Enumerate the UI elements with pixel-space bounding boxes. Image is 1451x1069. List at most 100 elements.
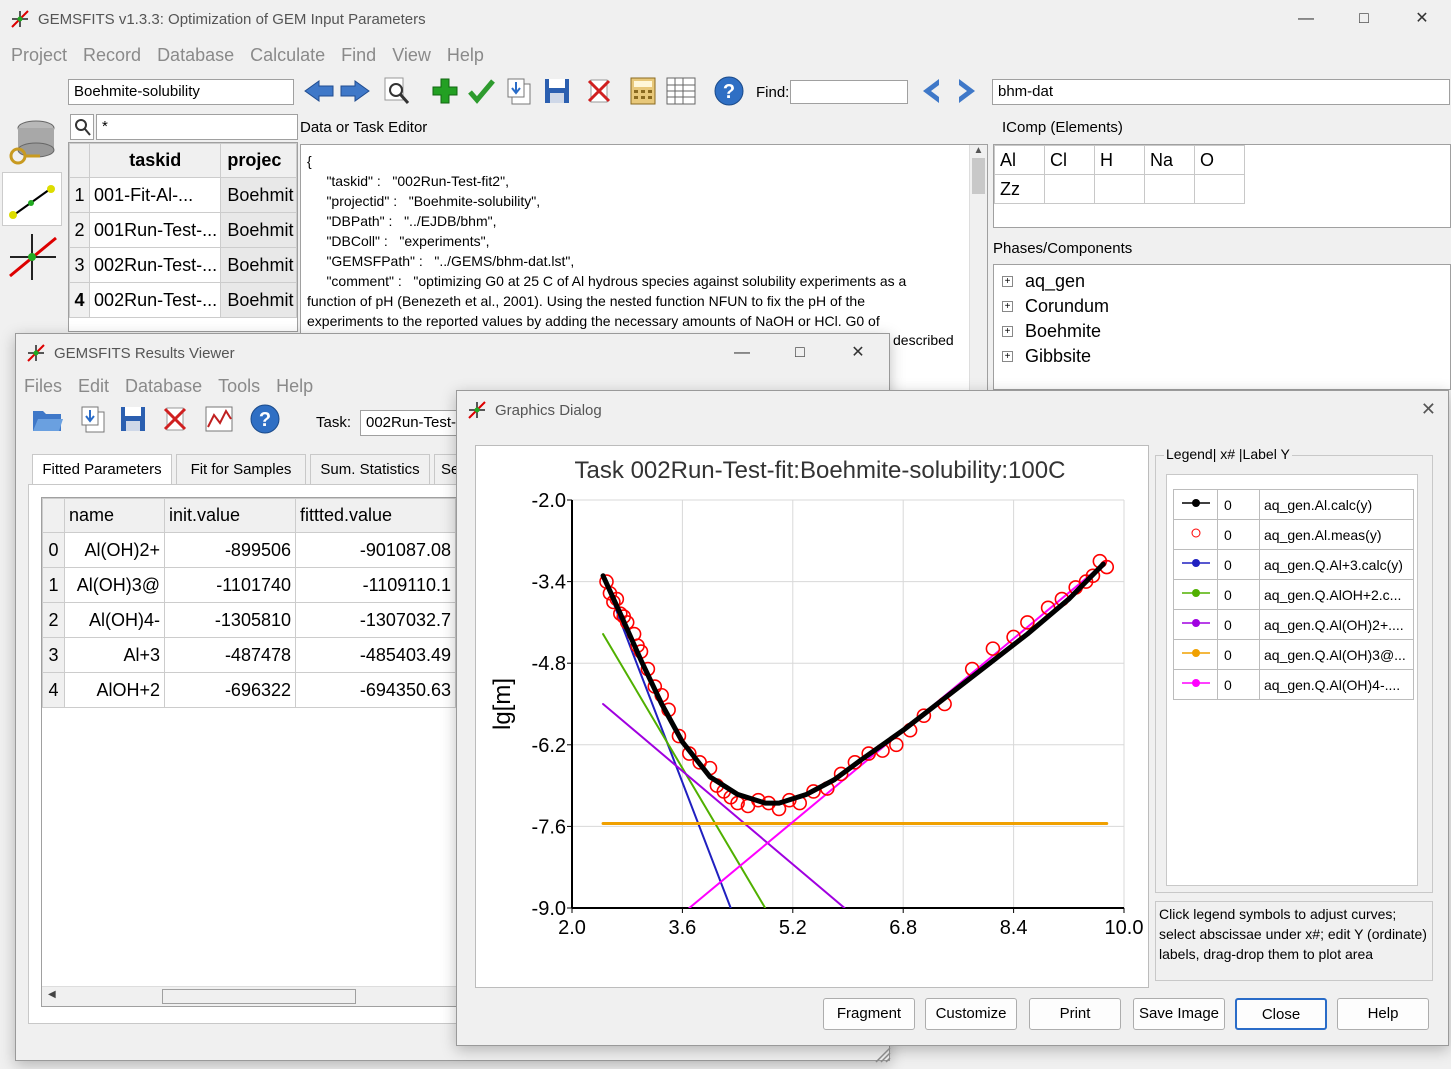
cell-name[interactable]: Al(OH)4-: [64, 602, 165, 638]
legend-label[interactable]: aq_gen.Al.calc(y): [1259, 489, 1414, 520]
task-input[interactable]: 002Run-Test-f: [360, 410, 460, 436]
cell-fitted-value[interactable]: -901087.08: [295, 532, 456, 568]
cell-project[interactable]: Boehmit: [220, 282, 297, 318]
phase-item[interactable]: + Gibbsite: [1002, 344, 1442, 369]
phase-item[interactable]: + Boehmite: [1002, 319, 1442, 344]
legend-symbol[interactable]: [1173, 639, 1218, 670]
legend-x-index[interactable]: 0: [1217, 519, 1260, 550]
icomp-cell[interactable]: [1144, 174, 1195, 204]
open-button[interactable]: [30, 402, 64, 436]
help-button[interactable]: Help: [1337, 998, 1429, 1030]
menu-calculate[interactable]: Calculate: [242, 40, 333, 70]
menu-project[interactable]: Project: [3, 40, 75, 70]
cell-name[interactable]: AlOH+2: [64, 672, 165, 708]
cell-init-value[interactable]: -696322: [164, 672, 296, 708]
cell-init-value[interactable]: -1305810: [164, 602, 296, 638]
legend-symbol[interactable]: [1173, 669, 1218, 700]
cell-init-value[interactable]: -899506: [164, 532, 296, 568]
plot-area[interactable]: 2.0 3.6 5.2 6.8 8.4 10.0 -2.0 -3.4 -4.8 -6.2 -7.6 -…: [475, 445, 1149, 988]
help-button[interactable]: ?: [712, 74, 746, 108]
legend-label[interactable]: aq_gen.Al.meas(y): [1259, 519, 1414, 550]
col-header-project[interactable]: projec: [220, 143, 297, 178]
table-row[interactable]: 3 Al+3 -487478 -485403.49: [42, 637, 456, 673]
icomp-cell[interactable]: H: [1094, 145, 1145, 175]
expand-plus-icon[interactable]: +: [1002, 326, 1013, 337]
menu-edit[interactable]: Edit: [70, 371, 117, 401]
expand-plus-icon[interactable]: +: [1002, 301, 1013, 312]
legend-row[interactable]: 0 aq_gen.Q.Al(OH)2+....: [1173, 609, 1414, 640]
table-row[interactable]: 1 001-Fit-Al-... Boehmit: [69, 177, 297, 213]
menu-find[interactable]: Find: [333, 40, 384, 70]
col-header-taskid[interactable]: taskid: [89, 143, 222, 178]
import-button[interactable]: [502, 74, 536, 108]
tab-2[interactable]: Sum. Statistics: [310, 454, 430, 484]
legend-x-index[interactable]: 0: [1217, 669, 1260, 700]
cell-name[interactable]: Al(OH)3@: [64, 567, 165, 603]
menu-record[interactable]: Record: [75, 40, 149, 70]
results-mode-button[interactable]: [6, 230, 60, 284]
legend-symbol[interactable]: [1173, 609, 1218, 640]
minimize-icon[interactable]: —: [1277, 0, 1335, 38]
cell-init-value[interactable]: -487478: [164, 637, 296, 673]
maximize-icon[interactable]: □: [1335, 0, 1393, 38]
find-input[interactable]: [790, 80, 908, 104]
cell-taskid[interactable]: 002Run-Test-...: [89, 282, 222, 318]
add-button[interactable]: [428, 74, 462, 108]
find-prev-button[interactable]: [914, 74, 948, 108]
cell-name[interactable]: Al+3: [64, 637, 165, 673]
filter-search-button[interactable]: [70, 114, 94, 140]
project-field[interactable]: Boehmite-solubility: [68, 79, 294, 105]
tab-0[interactable]: Fitted Parameters: [32, 454, 172, 484]
legend-label[interactable]: aq_gen.Q.Al(OH)4-....: [1259, 669, 1414, 700]
cell-fitted-value[interactable]: -1109110.1: [295, 567, 456, 603]
menu-help[interactable]: Help: [439, 40, 492, 70]
save-image-button[interactable]: Save Image: [1133, 998, 1225, 1030]
calculator-button[interactable]: [626, 74, 660, 108]
delete-button[interactable]: [582, 74, 616, 108]
legend-row[interactable]: 0 aq_gen.Al.calc(y): [1173, 489, 1414, 520]
cell-project[interactable]: Boehmit: [220, 212, 297, 248]
legend-row[interactable]: 0 aq_gen.Al.meas(y): [1173, 519, 1414, 550]
print-button[interactable]: Print: [1029, 998, 1121, 1030]
expand-plus-icon[interactable]: +: [1002, 351, 1013, 362]
legend-label[interactable]: aq_gen.Q.Al(OH)2+....: [1259, 609, 1414, 640]
check-button[interactable]: [464, 74, 498, 108]
next-record-button[interactable]: [338, 74, 372, 108]
legend-row[interactable]: 0 aq_gen.Q.Al+3.calc(y): [1173, 549, 1414, 580]
col-header-fitted-value[interactable]: fittted.value: [295, 498, 456, 533]
col-header-init-value[interactable]: init.value: [164, 498, 296, 533]
tab-1[interactable]: Fit for Samples: [176, 454, 306, 484]
icomp-cell[interactable]: Zz: [994, 174, 1045, 204]
cell-taskid[interactable]: 001Run-Test-...: [89, 212, 222, 248]
legend-row[interactable]: 0 aq_gen.Q.Al(OH)3@...: [1173, 639, 1414, 670]
legend-symbol[interactable]: [1173, 549, 1218, 580]
table-row[interactable]: 4 AlOH+2 -696322 -694350.63: [42, 672, 456, 708]
editor-scrollbar[interactable]: ▲: [969, 145, 987, 393]
minimize-icon[interactable]: —: [713, 334, 771, 372]
cell-init-value[interactable]: -1101740: [164, 567, 296, 603]
legend-symbol[interactable]: [1173, 489, 1218, 520]
close-icon[interactable]: ✕: [1421, 399, 1436, 420]
legend-x-index[interactable]: 0: [1217, 639, 1260, 670]
close-icon[interactable]: ✕: [829, 334, 887, 372]
legend-label[interactable]: aq_gen.Q.Al(OH)3@...: [1259, 639, 1414, 670]
menu-database[interactable]: Database: [117, 371, 210, 401]
delete-button[interactable]: [158, 402, 192, 436]
table-row[interactable]: 1 Al(OH)3@ -1101740 -1109110.1: [42, 567, 456, 603]
col-header-name[interactable]: name: [64, 498, 165, 533]
icomp-cell[interactable]: [1044, 174, 1095, 204]
table-button[interactable]: [664, 74, 698, 108]
menu-tools[interactable]: Tools: [210, 371, 268, 401]
icomp-cell[interactable]: Na: [1144, 145, 1195, 175]
legend-symbol[interactable]: [1173, 579, 1218, 610]
phase-item[interactable]: + Corundum: [1002, 294, 1442, 319]
legend-row[interactable]: 0 aq_gen.Q.AlOH+2.c...: [1173, 579, 1414, 610]
legend-x-index[interactable]: 0: [1217, 579, 1260, 610]
prev-record-button[interactable]: [302, 74, 336, 108]
fragment-button[interactable]: Fragment: [823, 998, 915, 1030]
menu-view[interactable]: View: [384, 40, 439, 70]
table-row[interactable]: 2 Al(OH)4- -1305810 -1307032.7: [42, 602, 456, 638]
legend-x-index[interactable]: 0: [1217, 549, 1260, 580]
legend-symbol[interactable]: [1173, 519, 1218, 550]
cell-project[interactable]: Boehmit: [220, 247, 297, 283]
